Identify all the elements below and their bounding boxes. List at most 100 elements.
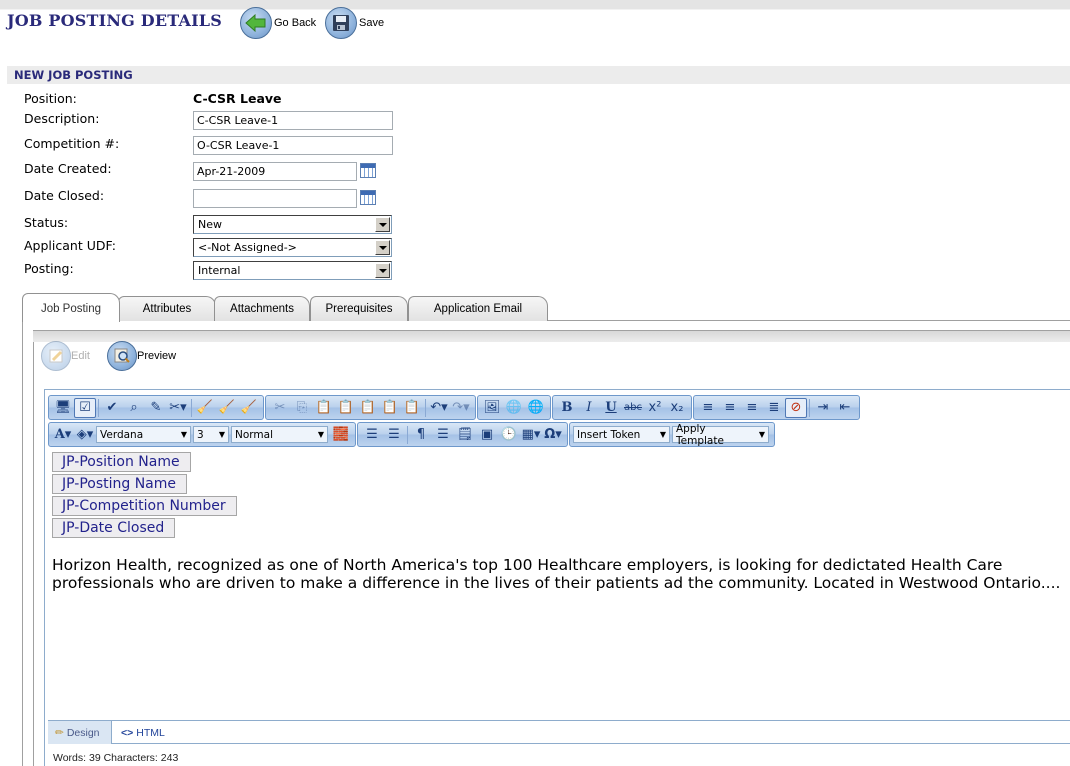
subscript-icon[interactable]: x₂ [666,398,688,418]
edit-button[interactable]: Edit [41,341,90,371]
clean-word-icon[interactable]: 🧹 [238,398,260,418]
paste-as-html-icon[interactable]: 📋 [401,398,423,418]
remove-link-icon[interactable]: 🌐 [503,398,525,418]
toolbar-group-font: A▾ ◈▾ Verdana ▼ 3 ▼ Normal ▼ 🧱 [48,422,356,447]
preview-button[interactable]: Preview [107,341,176,371]
calendar-icon[interactable] [360,163,376,178]
edit-label: Edit [71,350,90,362]
align-center-icon[interactable]: ≡ [719,398,741,418]
paste-plain-text-icon[interactable]: 📋 [379,398,401,418]
tab-application-email[interactable]: Application Email [408,296,548,321]
numbered-list-icon[interactable]: ☰ [361,425,383,445]
insert-time-icon[interactable]: 🕒 [498,425,520,445]
image-manager-icon[interactable]: 🖼 [481,398,503,418]
edit-pencil-icon [41,341,71,371]
horizontal-rule-icon[interactable]: ☰ [432,425,454,445]
toolbar-group-view: 🖥 ☑ ✔ ⌕ ✎ ✂▾ 🧹 🧹 🧹 [48,395,264,420]
arrow-left-icon [240,7,272,39]
design-mode-tab[interactable]: ✏ Design [48,721,112,744]
clean-css-icon[interactable]: 🧹 [194,398,216,418]
toolbar-group-tokens: Insert Token ▼ Apply Template ▼ [569,422,775,447]
dropdown-arrow-icon[interactable] [375,263,390,278]
toolbar-group-lists: ☰ ☰ ¶ ☰ 🗒 ▣ 🕒 ▦▾ Ω▾ [357,422,568,447]
applicant-udf-select-value: <-Not Assigned-> [198,241,297,254]
apply-css-class-icon[interactable]: 🧱 [330,425,352,445]
tab-attachments[interactable]: Attachments [214,296,310,321]
date-closed-input[interactable] [193,189,357,208]
paragraph-style-dropdown[interactable]: Normal ▼ [231,426,328,443]
align-right-icon[interactable]: ≡ [741,398,763,418]
align-left-icon[interactable]: ≡ [697,398,719,418]
save-label: Save [359,17,385,29]
dropdown-arrow-icon[interactable] [375,217,390,232]
redo-icon[interactable]: ↷▾ [450,398,472,418]
applicant-udf-select[interactable]: <-Not Assigned-> [193,238,392,257]
bold-icon[interactable]: B [556,398,578,418]
indent-icon[interactable]: ⇥ [812,398,834,418]
date-created-input[interactable] [193,162,357,181]
status-select[interactable]: New [193,215,392,234]
apply-template-dropdown[interactable]: Apply Template ▼ [672,423,769,447]
status-label: Status: [24,215,69,230]
find-replace-icon[interactable]: ⌕ [123,398,145,418]
font-name-dropdown[interactable]: Verdana ▼ [96,426,191,443]
font-name-value: Verdana [100,428,144,441]
select-all-icon[interactable]: ☑ [74,397,96,418]
posting-label: Posting: [24,261,74,276]
outdent-icon[interactable]: ⇤ [834,398,856,418]
insert-symbol-icon[interactable]: 🗒 [454,425,476,445]
undo-icon[interactable]: ↶▾ [428,398,450,418]
italic-icon[interactable]: I [578,398,600,418]
save-button[interactable]: Save [325,7,384,39]
paste-from-word-icon[interactable]: 📋 [335,398,357,418]
go-back-button[interactable]: Go Back [240,7,316,39]
token-date-closed[interactable]: JP-Date Closed [52,518,176,538]
html-mode-tab[interactable]: <> HTML [114,721,172,744]
justify-icon[interactable]: ≣ [763,398,785,418]
spellcheck-icon[interactable]: ✔ [101,398,123,418]
hyperlink-icon[interactable]: 🌐 [525,398,547,418]
dropdown-arrow-icon[interactable] [375,240,390,255]
description-label: Description: [24,111,100,126]
token-competition-number[interactable]: JP-Competition Number [52,496,237,516]
special-characters-icon[interactable]: Ω▾ [542,425,564,445]
background-color-icon[interactable]: ◈▾ [74,425,96,445]
bullet-list-icon[interactable]: ☰ [383,425,405,445]
toolbar-row-1: 🖥 ☑ ✔ ⌕ ✎ ✂▾ 🧹 🧹 🧹 ✂ ⎘ 📋 📋 📋 📋 📋 ↶▾ ↷▾ 🖼… [48,395,861,420]
remove-alignment-icon[interactable]: ⊘ [785,397,807,418]
format-stripper-icon[interactable]: ✎ [145,398,167,418]
cut-modes-icon[interactable]: ✂▾ [167,398,189,418]
editor-body-text[interactable]: Horizon Health, recognized as one of Nor… [52,556,1067,592]
token-posting-name[interactable]: JP-Posting Name [52,474,188,494]
insert-table-icon[interactable]: ▦▾ [520,425,542,445]
font-size-dropdown[interactable]: 3 ▼ [193,426,229,443]
chevron-down-icon: ▼ [218,430,225,439]
tab-attributes[interactable]: Attributes [118,296,216,321]
clean-font-icon[interactable]: 🧹 [216,398,238,418]
design-mode-label: Design [66,726,100,739]
apply-template-label: Apply Template [676,422,724,447]
paste-word-clean-icon[interactable]: 📋 [357,398,379,418]
tab-prerequisites[interactable]: Prerequisites [310,296,408,321]
copy-icon[interactable]: ⎘ [291,398,313,418]
tab-job-posting[interactable]: Job Posting [22,293,120,322]
competition-number-input[interactable] [193,136,393,155]
page-title: JOB POSTING DETAILS [7,11,222,30]
insert-date-icon[interactable]: ▣ [476,425,498,445]
chevron-down-icon: ▼ [659,430,666,439]
strikethrough-icon[interactable]: abc [622,398,644,418]
status-select-value: New [198,218,222,231]
description-input[interactable] [193,111,393,130]
section-header: NEW JOB POSTING [7,66,1070,84]
calendar-icon[interactable] [360,190,376,205]
paste-icon[interactable]: 📋 [313,398,335,418]
toggle-screen-icon[interactable]: 🖥 [52,398,74,418]
underline-icon[interactable]: U [600,398,622,418]
superscript-icon[interactable]: x² [644,398,666,418]
cut-icon[interactable]: ✂ [269,398,291,418]
insert-paragraph-icon[interactable]: ¶ [410,425,432,445]
font-color-icon[interactable]: A▾ [52,425,74,445]
token-position-name[interactable]: JP-Position Name [52,452,191,472]
insert-token-dropdown[interactable]: Insert Token ▼ [573,426,670,443]
posting-select[interactable]: Internal [193,261,392,280]
